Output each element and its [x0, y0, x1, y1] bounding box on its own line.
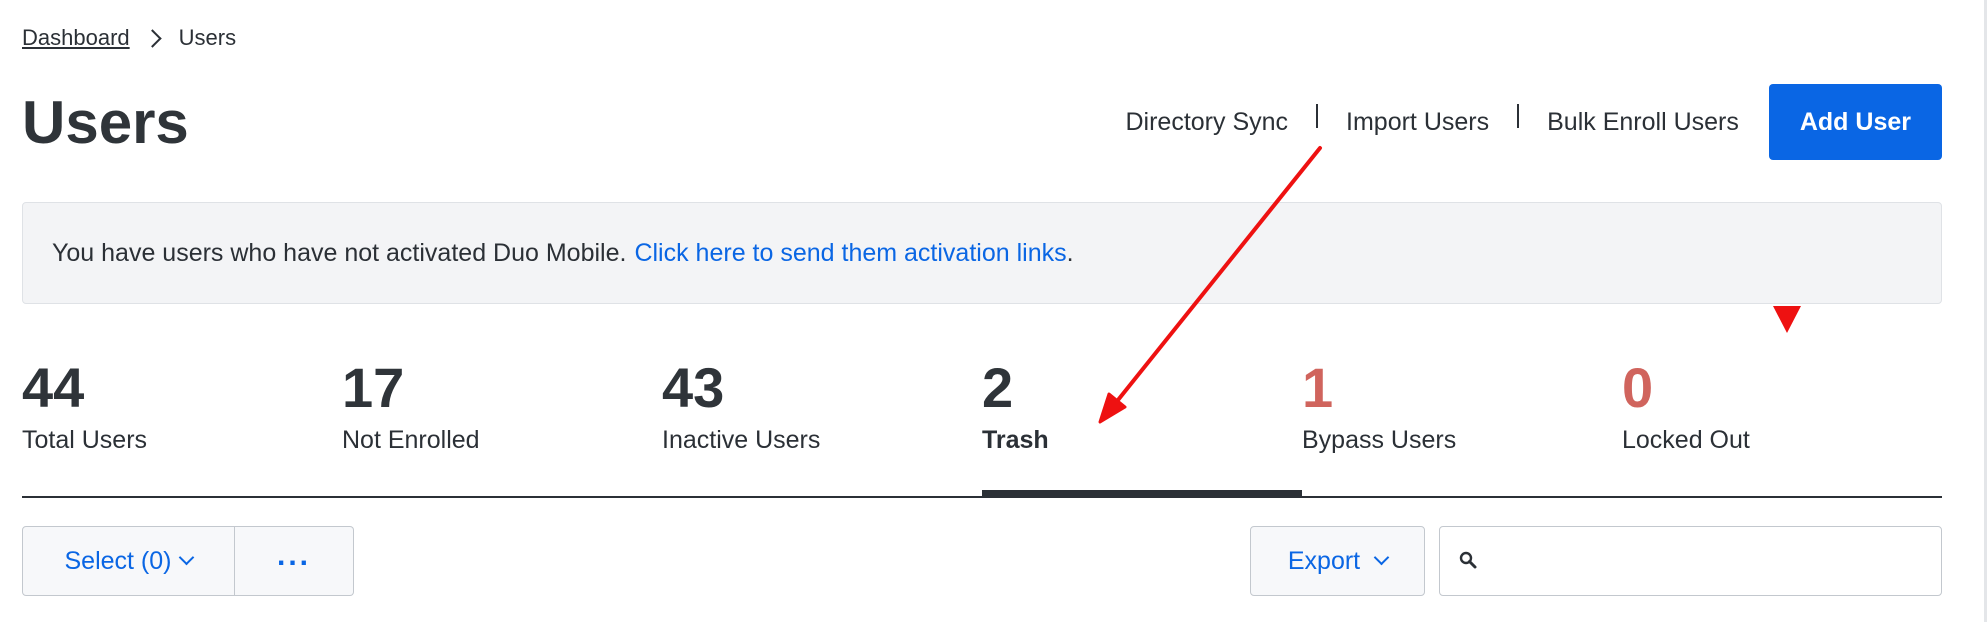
stat-label: Total Users	[22, 426, 148, 454]
page-title: Users	[22, 89, 189, 156]
breadcrumb: Dashboard Users	[22, 25, 236, 51]
chevron-down-icon	[1373, 549, 1390, 565]
directory-sync-link[interactable]: Directory Sync	[1125, 108, 1288, 137]
add-user-button[interactable]: Add User	[1768, 84, 1942, 160]
stat-value: 43	[662, 356, 725, 419]
search-input[interactable]	[1494, 530, 1941, 592]
stat-label: Bypass Users	[1302, 426, 1457, 454]
header-divider	[1517, 104, 1520, 128]
export-dropdown-button[interactable]: Export	[1250, 526, 1425, 596]
notice-text: You have users who have not activated Du…	[52, 238, 627, 267]
search-field[interactable]	[1439, 526, 1942, 596]
activation-notice: You have users who have not activated Du…	[22, 202, 1942, 304]
select-button-label: Select (0)	[64, 546, 172, 575]
stat-value: 17	[342, 356, 405, 419]
user-stats-tabs: 44 Total Users 17 Not Enrolled 43 Inacti…	[22, 354, 1942, 498]
stat-value: 0	[1622, 356, 1654, 419]
breadcrumb-current: Users	[178, 25, 237, 50]
annotation-marker	[1773, 306, 1801, 333]
bulk-enroll-users-link[interactable]: Bulk Enroll Users	[1547, 108, 1739, 137]
bulk-actions-group: Select (0) ...	[22, 526, 354, 596]
stat-bypass-users[interactable]: 1 Bypass Users	[1302, 354, 1622, 496]
send-activation-links-link[interactable]: Click here to send them activation links	[634, 239, 1066, 268]
stat-label: Trash	[982, 426, 1049, 454]
search-icon	[1458, 550, 1480, 572]
stat-label: Locked Out	[1622, 426, 1750, 454]
notice-period: .	[1066, 238, 1074, 267]
import-users-link[interactable]: Import Users	[1346, 108, 1489, 137]
more-actions-label: ...	[276, 538, 311, 572]
stat-locked-out[interactable]: 0 Locked Out	[1622, 354, 1942, 496]
stat-label: Not Enrolled	[342, 426, 480, 454]
export-button-label: Export	[1287, 546, 1361, 575]
breadcrumb-dashboard-link[interactable]: Dashboard	[22, 25, 130, 51]
stat-value: 1	[1302, 356, 1334, 419]
stat-not-enrolled[interactable]: 17 Not Enrolled	[342, 354, 662, 496]
users-toolbar: Select (0) ... Export	[22, 526, 1942, 596]
stat-label: Inactive Users	[662, 426, 821, 454]
select-dropdown-button[interactable]: Select (0)	[22, 526, 235, 596]
header-divider	[1316, 104, 1319, 128]
stat-inactive-users[interactable]: 43 Inactive Users	[662, 354, 982, 496]
header-actions: Directory Sync Import Users Bulk Enroll …	[1125, 84, 1942, 160]
stat-value: 2	[982, 356, 1014, 419]
more-actions-button[interactable]: ...	[235, 526, 354, 596]
users-page: Dashboard Users Users Directory Sync Imp…	[0, 0, 1987, 622]
chevron-down-icon	[179, 549, 195, 565]
stat-trash[interactable]: 2 Trash	[982, 354, 1302, 498]
chevron-right-icon	[142, 28, 162, 48]
stat-value: 44	[22, 356, 85, 419]
stat-total-users[interactable]: 44 Total Users	[22, 354, 342, 496]
